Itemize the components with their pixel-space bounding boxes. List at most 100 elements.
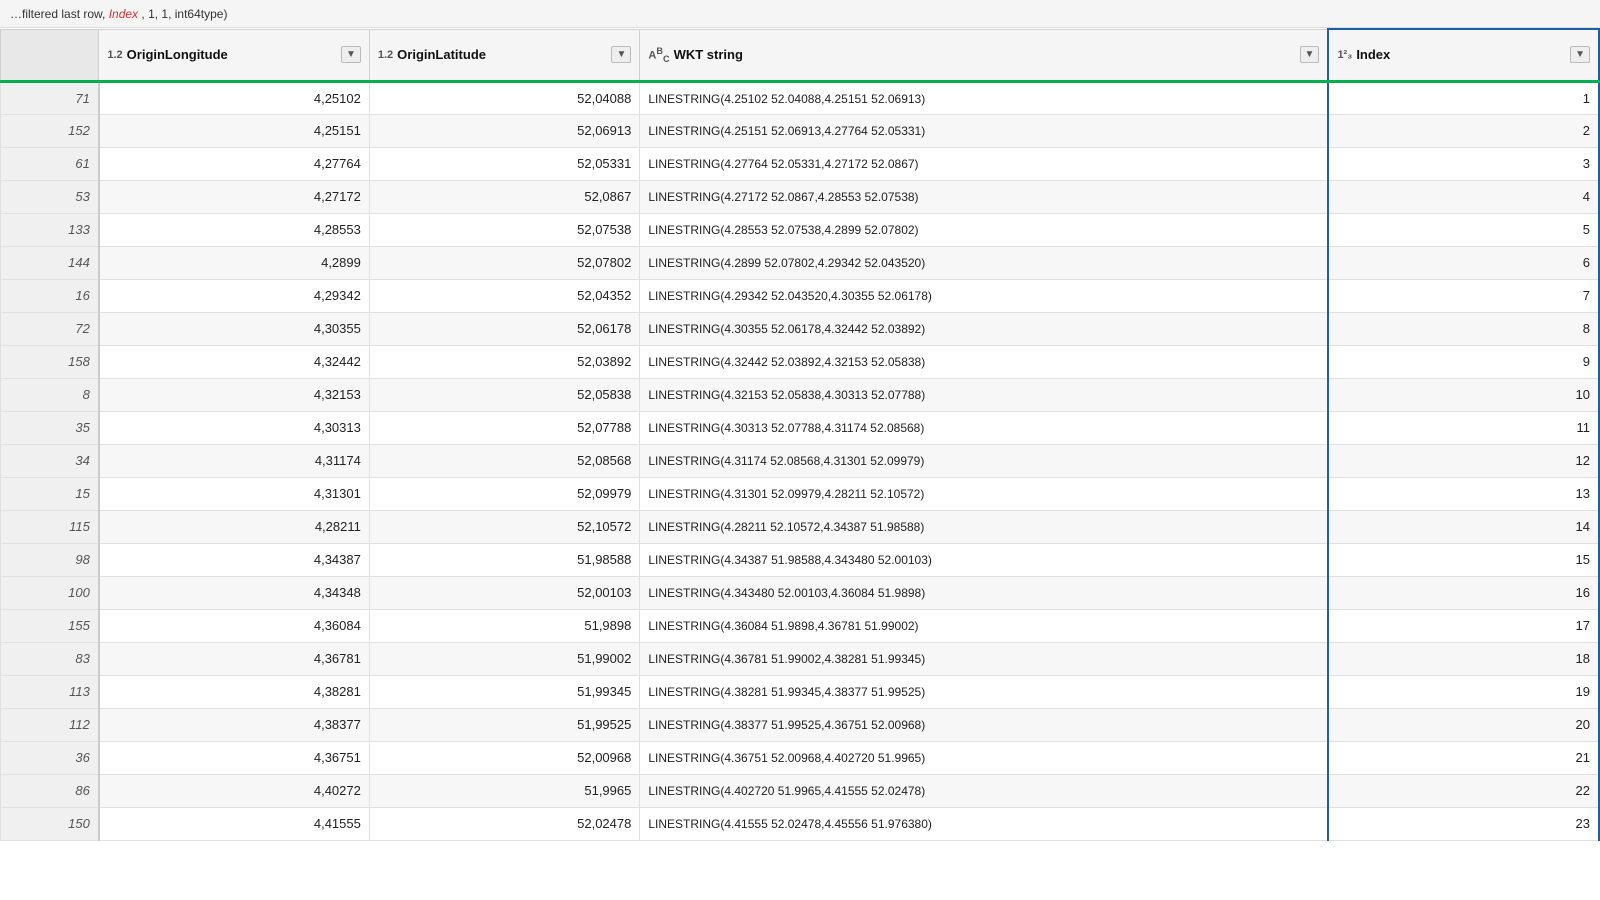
cell-rownum: 152	[1, 114, 99, 147]
cell-index: 17	[1328, 609, 1599, 642]
col-header-index: 1²₃ Index ▼	[1328, 29, 1599, 81]
table-row: 1154,2821152,10572LINESTRING(4.28211 52.…	[1, 510, 1600, 543]
cell-rownum: 8	[1, 378, 99, 411]
cell-rownum: 83	[1, 642, 99, 675]
cell-index: 22	[1328, 774, 1599, 807]
cell-index: 5	[1328, 213, 1599, 246]
cell-rownum: 112	[1, 708, 99, 741]
table-row: 714,2510252,04088LINESTRING(4.25102 52.0…	[1, 81, 1600, 114]
cell-index: 23	[1328, 807, 1599, 840]
cell-lon: 4,32153	[99, 378, 370, 411]
cell-rownum: 155	[1, 609, 99, 642]
col-dropdown-lon[interactable]: ▼	[341, 46, 361, 63]
cell-lat: 51,99525	[369, 708, 640, 741]
table-header-row: 1.2 OriginLongitude ▼ 1.2 OriginLatitude…	[1, 29, 1600, 81]
cell-lat: 52,03892	[369, 345, 640, 378]
table-row: 1334,2855352,07538LINESTRING(4.28553 52.…	[1, 213, 1600, 246]
cell-lon: 4,28553	[99, 213, 370, 246]
cell-index: 13	[1328, 477, 1599, 510]
col-dropdown-wkt[interactable]: ▼	[1300, 46, 1320, 63]
cell-lon: 4,29342	[99, 279, 370, 312]
cell-lat: 52,05838	[369, 378, 640, 411]
cell-lat: 52,02478	[369, 807, 640, 840]
cell-rownum: 35	[1, 411, 99, 444]
cell-lat: 52,00103	[369, 576, 640, 609]
cell-wkt: LINESTRING(4.31301 52.09979,4.28211 52.1…	[640, 477, 1329, 510]
cell-index: 4	[1328, 180, 1599, 213]
table-row: 1584,3244252,03892LINESTRING(4.32442 52.…	[1, 345, 1600, 378]
cell-wkt: LINESTRING(4.28553 52.07538,4.2899 52.07…	[640, 213, 1329, 246]
cell-lon: 4,36084	[99, 609, 370, 642]
cell-rownum: 36	[1, 741, 99, 774]
table-row: 1444,289952,07802LINESTRING(4.2899 52.07…	[1, 246, 1600, 279]
cell-index: 12	[1328, 444, 1599, 477]
cell-lat: 52,06913	[369, 114, 640, 147]
cell-wkt: LINESTRING(4.27172 52.0867,4.28553 52.07…	[640, 180, 1329, 213]
cell-rownum: 133	[1, 213, 99, 246]
cell-lat: 52,04352	[369, 279, 640, 312]
cell-index: 8	[1328, 312, 1599, 345]
col-dropdown-lat[interactable]: ▼	[611, 46, 631, 63]
type-badge-lon: 1.2	[107, 49, 122, 61]
col-name-wkt: WKT string	[674, 47, 743, 62]
cell-rownum: 53	[1, 180, 99, 213]
cell-lat: 52,09979	[369, 477, 640, 510]
col-dropdown-index[interactable]: ▼	[1570, 46, 1590, 63]
cell-rownum: 144	[1, 246, 99, 279]
table-row: 534,2717252,0867LINESTRING(4.27172 52.08…	[1, 180, 1600, 213]
cell-wkt: LINESTRING(4.32442 52.03892,4.32153 52.0…	[640, 345, 1329, 378]
cell-index: 2	[1328, 114, 1599, 147]
cell-lat: 52,10572	[369, 510, 640, 543]
col-header-orig-lon: 1.2 OriginLongitude ▼	[99, 29, 370, 81]
cell-index: 21	[1328, 741, 1599, 774]
table-row: 154,3130152,09979LINESTRING(4.31301 52.0…	[1, 477, 1600, 510]
table-row: 84,3215352,05838LINESTRING(4.32153 52.05…	[1, 378, 1600, 411]
table-row: 864,4027251,9965LINESTRING(4.402720 51.9…	[1, 774, 1600, 807]
cell-rownum: 100	[1, 576, 99, 609]
cell-wkt: LINESTRING(4.36751 52.00968,4.402720 51.…	[640, 741, 1329, 774]
cell-lat: 51,99345	[369, 675, 640, 708]
table-row: 1524,2515152,06913LINESTRING(4.25151 52.…	[1, 114, 1600, 147]
cell-wkt: LINESTRING(4.30355 52.06178,4.32442 52.0…	[640, 312, 1329, 345]
col-header-orig-lat: 1.2 OriginLatitude ▼	[369, 29, 640, 81]
cell-lat: 51,9965	[369, 774, 640, 807]
cell-lon: 4,38281	[99, 675, 370, 708]
cell-wkt: LINESTRING(4.32153 52.05838,4.30313 52.0…	[640, 378, 1329, 411]
cell-index: 20	[1328, 708, 1599, 741]
cell-lat: 52,06178	[369, 312, 640, 345]
cell-wkt: LINESTRING(4.402720 51.9965,4.41555 52.0…	[640, 774, 1329, 807]
cell-lat: 52,04088	[369, 81, 640, 114]
cell-lat: 52,00968	[369, 741, 640, 774]
cell-lat: 52,0867	[369, 180, 640, 213]
table-row: 1124,3837751,99525LINESTRING(4.38377 51.…	[1, 708, 1600, 741]
type-badge-wkt: ABC	[648, 46, 669, 64]
cell-lon: 4,25151	[99, 114, 370, 147]
table-row: 834,3678151,99002LINESTRING(4.36781 51.9…	[1, 642, 1600, 675]
cell-index: 11	[1328, 411, 1599, 444]
cell-lon: 4,27764	[99, 147, 370, 180]
cell-lat: 51,9898	[369, 609, 640, 642]
cell-lon: 4,31174	[99, 444, 370, 477]
cell-wkt: LINESTRING(4.34387 51.98588,4.343480 52.…	[640, 543, 1329, 576]
table-row: 354,3031352,07788LINESTRING(4.30313 52.0…	[1, 411, 1600, 444]
cell-wkt: LINESTRING(4.29342 52.043520,4.30355 52.…	[640, 279, 1329, 312]
cell-index: 10	[1328, 378, 1599, 411]
col-name-index: Index	[1356, 47, 1390, 62]
cell-index: 16	[1328, 576, 1599, 609]
table-row: 614,2776452,05331LINESTRING(4.27764 52.0…	[1, 147, 1600, 180]
cell-wkt: LINESTRING(4.36084 51.9898,4.36781 51.99…	[640, 609, 1329, 642]
data-table: 1.2 OriginLongitude ▼ 1.2 OriginLatitude…	[0, 28, 1600, 841]
cell-rownum: 16	[1, 279, 99, 312]
cell-index: 18	[1328, 642, 1599, 675]
cell-index: 6	[1328, 246, 1599, 279]
col-name-lon: OriginLongitude	[127, 47, 228, 62]
cell-wkt: LINESTRING(4.38281 51.99345,4.38377 51.9…	[640, 675, 1329, 708]
cell-wkt: LINESTRING(4.27764 52.05331,4.27172 52.0…	[640, 147, 1329, 180]
cell-wkt: LINESTRING(4.38377 51.99525,4.36751 52.0…	[640, 708, 1329, 741]
cell-index: 9	[1328, 345, 1599, 378]
type-badge-index: 1²₃	[1337, 49, 1352, 61]
cell-rownum: 71	[1, 81, 99, 114]
cell-wkt: LINESTRING(4.25151 52.06913,4.27764 52.0…	[640, 114, 1329, 147]
topbar-text: …filtered last row, Index , 1, 1, int64t…	[10, 7, 227, 21]
cell-wkt: LINESTRING(4.28211 52.10572,4.34387 51.9…	[640, 510, 1329, 543]
